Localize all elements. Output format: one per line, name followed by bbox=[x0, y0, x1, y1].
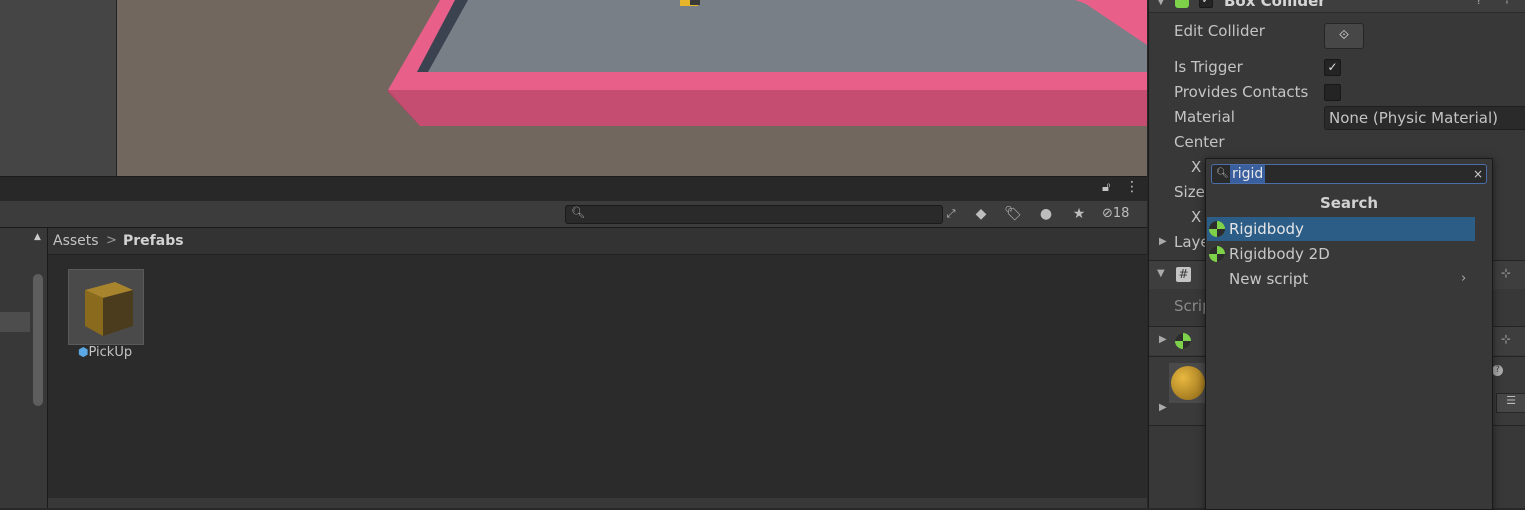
center-label: Center bbox=[1174, 133, 1225, 151]
popup-item-label: Rigidbody 2D bbox=[1229, 245, 1330, 263]
breadcrumb: Assets > Prefabs bbox=[48, 228, 1147, 255]
playfield-render bbox=[388, 0, 1147, 126]
filter-by-log-type-icon[interactable]: ● bbox=[1035, 205, 1057, 223]
settings-icon[interactable]: ⊹ bbox=[1502, 0, 1512, 6]
popup-item-label: New script bbox=[1229, 270, 1309, 288]
kebab-menu-icon[interactable]: ⋮ bbox=[1125, 179, 1139, 195]
search-in-scene-icon[interactable]: ⤢ bbox=[942, 205, 960, 222]
is-trigger-label: Is Trigger bbox=[1174, 58, 1243, 76]
popup-item-rigidbody[interactable]: Rigidbody bbox=[1207, 217, 1475, 241]
material-field[interactable]: None (Physic Material) bbox=[1324, 106, 1525, 130]
filter-by-type-icon[interactable]: ◆ bbox=[970, 205, 992, 223]
project-footer bbox=[48, 498, 1147, 508]
foldout-arrow-icon[interactable]: ▶ bbox=[1159, 334, 1167, 345]
size-label: Size bbox=[1174, 183, 1205, 201]
popup-header: Search bbox=[1319, 194, 1379, 212]
lock-icon[interactable]: 🔓︎ bbox=[1102, 180, 1110, 195]
script-icon: # bbox=[1176, 267, 1191, 282]
is-trigger-checkbox[interactable]: ✓ bbox=[1324, 59, 1341, 76]
material-thumbnail[interactable] bbox=[1169, 363, 1207, 403]
material-value: None (Physic Material) bbox=[1329, 109, 1498, 127]
provides-contacts-checkbox[interactable] bbox=[1324, 84, 1341, 101]
list-options-icon[interactable]: ☰ bbox=[1496, 393, 1525, 413]
folder-tree-pane[interactable]: ▲ bbox=[0, 228, 48, 508]
help-icon[interactable]: ? bbox=[1476, 0, 1482, 7]
layer-overrides-foldout-icon[interactable]: ▶ bbox=[1159, 236, 1167, 247]
popup-item-rigidbody-2d[interactable]: Rigidbody 2D bbox=[1207, 242, 1475, 266]
component-title: Box Collider bbox=[1224, 0, 1326, 10]
hidden-count: 18 bbox=[1112, 206, 1130, 221]
scene-view[interactable] bbox=[0, 0, 1147, 176]
breadcrumb-prefabs[interactable]: Prefabs bbox=[123, 228, 184, 254]
edit-collider-icon: ⟐ bbox=[1338, 28, 1350, 43]
chevron-right-icon: › bbox=[1461, 271, 1467, 286]
selected-folder-row[interactable] bbox=[0, 312, 30, 332]
wall-front-face bbox=[388, 90, 1147, 126]
box-collider-icon bbox=[1175, 0, 1189, 8]
physics-component-icon bbox=[1209, 221, 1225, 237]
scroll-up-arrow-icon[interactable]: ▲ bbox=[34, 232, 41, 242]
breadcrumb-separator: > bbox=[106, 233, 117, 248]
project-toolbar: 🔍︎ ⤢ ◆ 🏷︎ ● ★ ⊘18 bbox=[0, 201, 1147, 228]
material-label: Material bbox=[1174, 108, 1235, 126]
settings-icon[interactable]: ⊹ bbox=[1501, 332, 1511, 346]
cube-preview-icon bbox=[85, 282, 133, 336]
component-enabled-checkbox[interactable]: ✓ bbox=[1199, 0, 1213, 8]
edit-collider-button[interactable]: ⟐ bbox=[1324, 23, 1364, 49]
prefab-icon: ⬢ bbox=[78, 345, 89, 359]
foldout-arrow-icon[interactable]: ▼ bbox=[1157, 0, 1165, 7]
physics-component-icon bbox=[1175, 333, 1191, 349]
search-icon: 🔍︎ bbox=[1216, 168, 1229, 179]
add-component-popup: 🔍︎ rigid × Search Rigidbody Rigidbody 2D… bbox=[1205, 158, 1493, 510]
asset-name: PickUp bbox=[88, 345, 133, 360]
component-search-input[interactable]: 🔍︎ rigid × bbox=[1211, 164, 1487, 184]
project-tab-bar: 🔓︎ ⋮ bbox=[0, 176, 1147, 202]
hidden-packages-toggle[interactable]: ⊘18 bbox=[1102, 205, 1129, 223]
project-search-input[interactable]: 🔍︎ ⤢ bbox=[565, 205, 955, 224]
floor-plane bbox=[417, 0, 1147, 72]
foldout-arrow-icon[interactable]: ▼ bbox=[1157, 268, 1165, 279]
asset-label-row: ⬢PickUp bbox=[78, 345, 132, 360]
settings-icon[interactable]: ⊹ bbox=[1501, 266, 1511, 280]
box-collider-header[interactable]: ▼ ✓ Box Collider ? ⊹ bbox=[1149, 0, 1525, 13]
search-icon: 🔍︎ bbox=[571, 206, 585, 219]
popup-item-new-script[interactable]: New script › bbox=[1207, 267, 1475, 291]
size-x-label: X bbox=[1191, 208, 1202, 226]
project-window: 🔓︎ ⋮ 🔍︎ ⤢ ◆ 🏷︎ ● ★ ⊘18 ▲ Assets > Prefab… bbox=[0, 176, 1147, 508]
physics-component-icon bbox=[1209, 246, 1225, 262]
filter-by-label-icon[interactable]: 🏷︎ bbox=[1002, 205, 1024, 223]
folder-tree-scrollbar[interactable] bbox=[33, 274, 43, 406]
asset-grid: ⬢PickUp bbox=[48, 255, 1147, 498]
favorites-star-icon[interactable]: ★ bbox=[1068, 205, 1090, 223]
clear-search-icon[interactable]: × bbox=[1473, 165, 1483, 183]
edit-collider-label: Edit Collider bbox=[1174, 22, 1265, 40]
foldout-arrow-icon[interactable]: ▶ bbox=[1159, 402, 1167, 413]
popup-item-label: Rigidbody bbox=[1229, 220, 1304, 238]
provides-contacts-label: Provides Contacts bbox=[1174, 83, 1309, 101]
eye-slash-icon: ⊘ bbox=[1102, 206, 1113, 221]
help-icon[interactable]: ? bbox=[1492, 365, 1503, 376]
sphere-preview-icon bbox=[1171, 366, 1205, 400]
asset-item-pickup[interactable] bbox=[68, 269, 144, 345]
search-query-text: rigid bbox=[1230, 165, 1266, 183]
breadcrumb-assets[interactable]: Assets bbox=[53, 228, 99, 254]
center-x-label: X bbox=[1191, 158, 1202, 176]
